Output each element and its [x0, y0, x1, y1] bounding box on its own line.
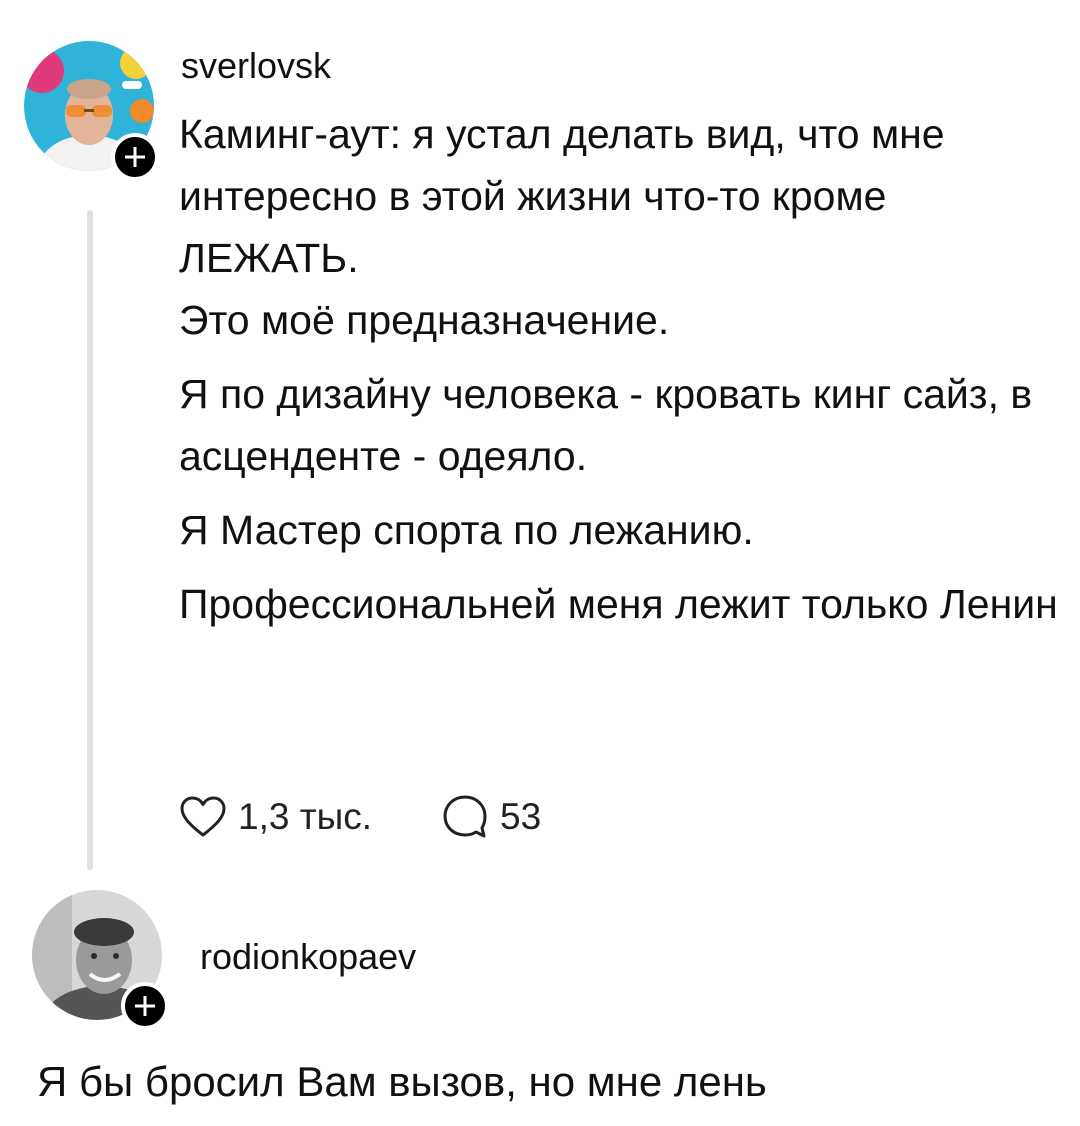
comment-button[interactable]: 53	[442, 794, 541, 840]
post-actions: 1,3 тыс. 53	[180, 792, 541, 842]
post-paragraph: Я по дизайну человека - кровать кинг сай…	[179, 371, 1033, 479]
post-paragraph: Каминг-аут: я устал делать вид, что мне …	[179, 111, 945, 343]
comment-count: 53	[500, 796, 542, 837]
follow-button[interactable]	[121, 982, 169, 1030]
post-paragraph: Профессиональней меня лежит только Ленин	[179, 581, 1058, 627]
thread-line	[87, 210, 93, 870]
follow-button[interactable]	[111, 133, 159, 181]
like-button[interactable]: 1,3 тыс.	[180, 796, 372, 838]
post-paragraph: Я Мастер спорта по лежанию.	[179, 507, 754, 553]
post-body: Каминг-аут: я устал делать вид, что мне …	[179, 103, 1059, 635]
plus-icon	[125, 147, 145, 167]
speech-bubble-icon	[443, 795, 487, 838]
post-username[interactable]: sverlovsk	[181, 44, 331, 88]
reply-username[interactable]: rodionkopaev	[200, 935, 416, 979]
post: sverlovsk Каминг-аут: я устал делать вид…	[0, 0, 1080, 880]
reply-body: Я бы бросил Вам вызов, но мне лень	[37, 1058, 767, 1105]
like-count: 1,3 тыс.	[238, 796, 373, 837]
heart-icon	[180, 796, 226, 837]
plus-icon	[135, 996, 155, 1016]
